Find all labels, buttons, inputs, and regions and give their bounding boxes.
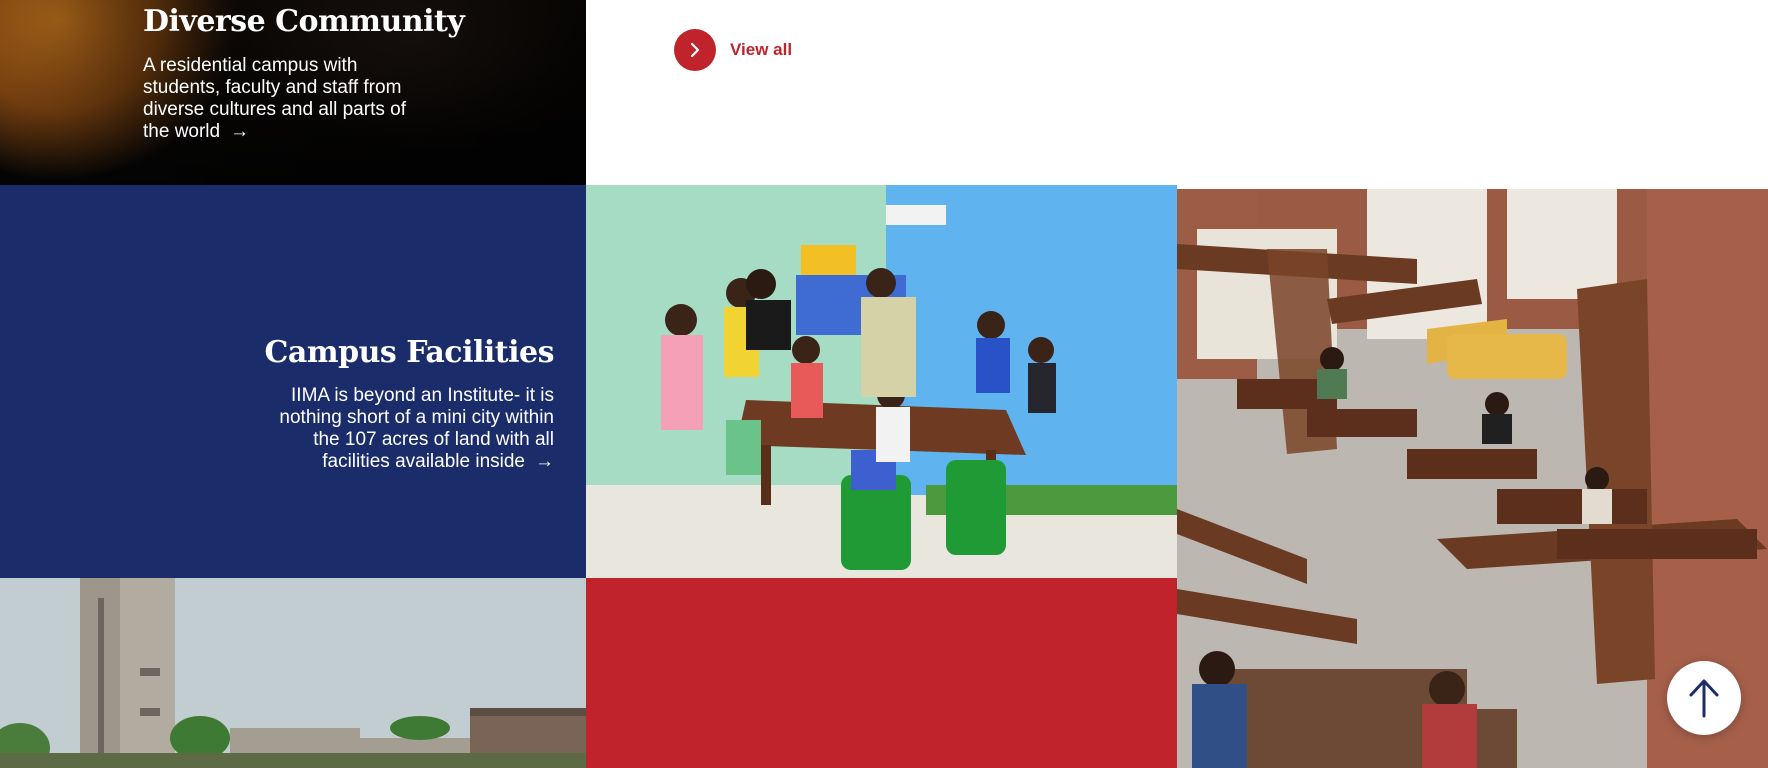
red-tile — [586, 578, 1177, 768]
facilities-description-text: IIMA is beyond an Institute- it is nothi… — [279, 385, 554, 472]
arrow-right-icon: → — [535, 451, 554, 472]
scroll-to-top-button[interactable] — [1667, 661, 1741, 735]
campus-buildings-illustration — [0, 578, 586, 768]
facilities-title: Campus Facilities — [264, 335, 555, 370]
arrow-up-icon — [1689, 679, 1719, 718]
chevron-right-icon — [690, 42, 700, 58]
community-title: Diverse Community — [143, 4, 465, 39]
kids-classroom-illustration — [586, 185, 1177, 578]
view-all-label: View all — [730, 40, 793, 59]
view-all-circle-button[interactable] — [674, 29, 716, 71]
campus-buildings-photo — [0, 578, 586, 768]
facilities-description[interactable]: IIMA is beyond an Institute- it is nothi… — [255, 385, 554, 473]
community-description-text: A residential campus with students, facu… — [143, 55, 406, 142]
view-all-link[interactable]: View all — [674, 29, 792, 71]
arrow-right-icon: → — [230, 121, 250, 142]
kids-classroom-photo — [586, 185, 1177, 578]
facilities-tile[interactable] — [0, 185, 586, 578]
community-description[interactable]: A residential campus with students, facu… — [143, 55, 433, 143]
